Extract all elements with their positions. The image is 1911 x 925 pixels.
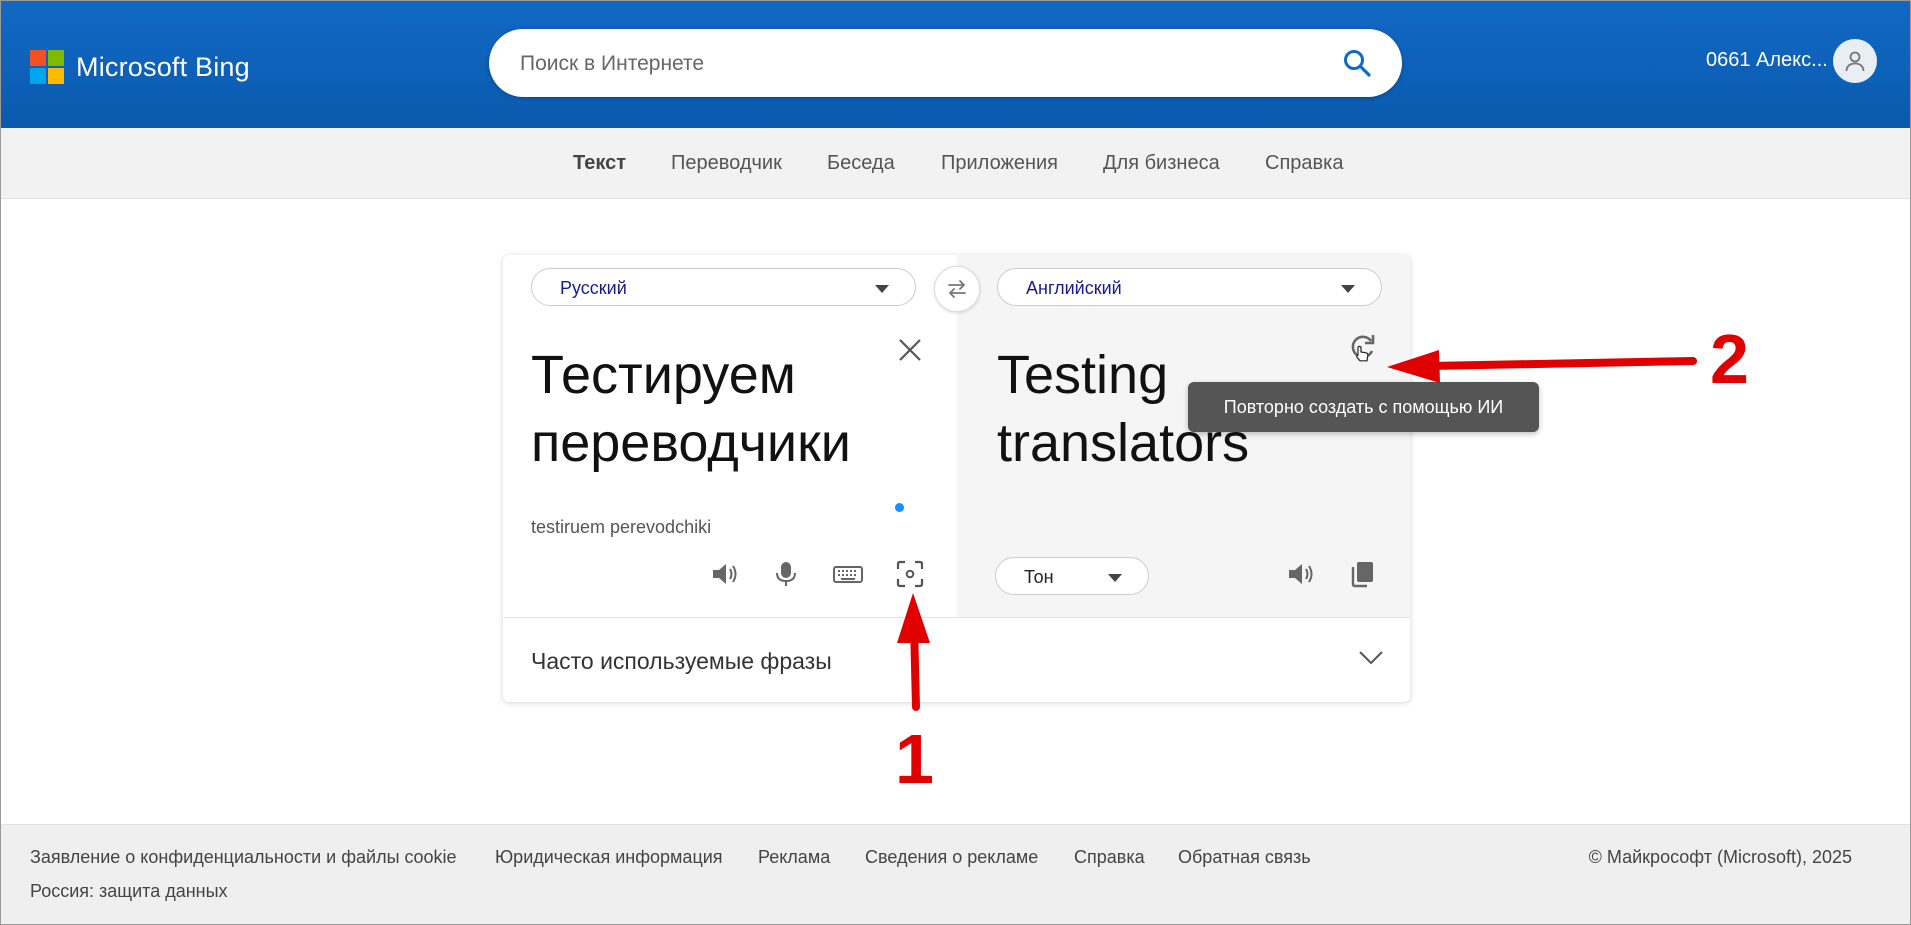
microphone-icon[interactable] bbox=[769, 557, 803, 591]
copy-icon[interactable] bbox=[1345, 557, 1379, 591]
brand-name: Microsoft Bing bbox=[76, 51, 250, 82]
transliteration-text: testiruem perevodchiki bbox=[531, 517, 712, 537]
tab-business[interactable]: Для бизнеса bbox=[1103, 152, 1220, 175]
close-icon[interactable] bbox=[895, 335, 925, 365]
status-dot bbox=[895, 503, 904, 512]
browser-window: Microsoft Bing 0661 Алекс... Текст Перев… bbox=[0, 0, 1911, 925]
speaker-icon[interactable] bbox=[707, 557, 741, 591]
common-phrases-section[interactable]: Часто используемые фразы bbox=[503, 617, 1410, 702]
bing-logo[interactable]: Microsoft Bing bbox=[30, 50, 250, 84]
search-icon[interactable] bbox=[1342, 48, 1372, 78]
chevron-down-icon bbox=[1359, 651, 1383, 665]
caret-down-icon bbox=[875, 285, 889, 293]
swap-languages-button[interactable] bbox=[934, 266, 980, 312]
header-bar: Microsoft Bing 0661 Алекс... bbox=[1, 1, 1910, 128]
source-text-area[interactable]: Тестируем переводчики bbox=[531, 341, 851, 477]
target-language-label: Английский bbox=[1026, 278, 1122, 298]
annotation-marker-1: 1 bbox=[895, 720, 934, 798]
footer-link-data-protection[interactable]: Россия: защита данных bbox=[30, 881, 228, 902]
caret-down-icon bbox=[1341, 285, 1355, 293]
tab-help[interactable]: Справка bbox=[1265, 152, 1343, 175]
tab-text[interactable]: Текст bbox=[573, 152, 626, 175]
user-name[interactable]: 0661 Алекс... bbox=[1706, 49, 1828, 72]
keyboard-icon[interactable] bbox=[831, 557, 865, 591]
source-text-line: Тестируем bbox=[531, 345, 796, 405]
translator-card: Русский Английский Тестируем переводчики… bbox=[503, 255, 1410, 702]
source-language-select[interactable]: Русский bbox=[531, 268, 916, 306]
tone-label: Тон bbox=[1024, 567, 1054, 587]
footer-link-privacy[interactable]: Заявление о конфиденциальности и файлы c… bbox=[30, 847, 457, 868]
footer-link-legal[interactable]: Юридическая информация bbox=[495, 847, 723, 868]
camera-scan-icon[interactable] bbox=[893, 557, 927, 591]
footer: Заявление о конфиденциальности и файлы c… bbox=[1, 824, 1910, 924]
top-nav: Текст Переводчик Беседа Приложения Для б… bbox=[1, 128, 1910, 199]
source-text-line: переводчики bbox=[531, 413, 851, 473]
footer-link-ad-info[interactable]: Сведения о рекламе bbox=[865, 847, 1038, 868]
tone-dropdown[interactable]: Тон bbox=[995, 557, 1149, 595]
footer-link-ads[interactable]: Реклама bbox=[758, 847, 830, 868]
target-language-select[interactable]: Английский bbox=[997, 268, 1382, 306]
swap-icon bbox=[948, 280, 966, 298]
search-input[interactable] bbox=[518, 29, 1322, 99]
tab-apps[interactable]: Приложения bbox=[941, 152, 1058, 175]
speaker-icon[interactable] bbox=[1283, 557, 1317, 591]
caret-down-icon bbox=[1108, 574, 1122, 582]
footer-link-help[interactable]: Справка bbox=[1074, 847, 1145, 868]
avatar[interactable] bbox=[1833, 39, 1877, 83]
source-language-label: Русский bbox=[560, 278, 627, 298]
footer-link-feedback[interactable]: Обратная связь bbox=[1178, 847, 1311, 868]
search-box bbox=[489, 29, 1402, 99]
common-phrases-label: Часто используемые фразы bbox=[531, 648, 832, 674]
copyright: © Майкрософт (Microsoft), 2025 bbox=[1588, 847, 1852, 867]
tab-conversation[interactable]: Беседа bbox=[827, 152, 895, 175]
microsoft-logo-icon bbox=[30, 50, 64, 84]
user-icon bbox=[1845, 51, 1865, 72]
annotation-marker-2: 2 bbox=[1710, 320, 1749, 398]
regenerate-tooltip: Повторно создать с помощью ИИ bbox=[1188, 382, 1539, 432]
tab-translator[interactable]: Переводчик bbox=[671, 152, 782, 175]
refresh-icon[interactable] bbox=[1345, 331, 1379, 365]
